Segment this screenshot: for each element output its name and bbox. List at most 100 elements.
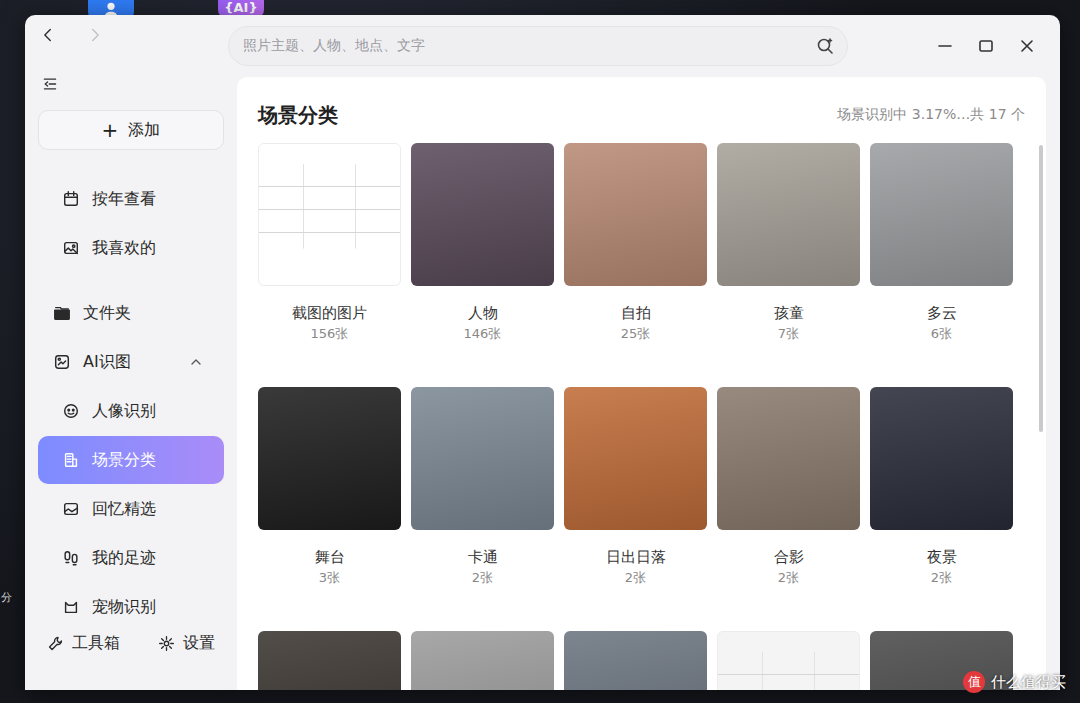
album-cover — [411, 631, 554, 690]
album-cover — [258, 143, 401, 286]
folder-icon — [53, 304, 71, 322]
album-label: 多云 — [927, 303, 957, 323]
album-count: 2张 — [625, 569, 646, 587]
back-arrow-icon[interactable] — [39, 26, 57, 44]
sidebar-footer: 工具箱 设置 — [25, 619, 228, 667]
album-card[interactable] — [717, 631, 860, 690]
album-card[interactable] — [258, 631, 401, 690]
menu-row — [25, 55, 228, 103]
collapse-sidebar-icon[interactable] — [41, 76, 59, 92]
album-label: 自拍 — [621, 303, 651, 323]
album-card[interactable]: 舞台 3张 — [258, 387, 401, 587]
footer-label: 设置 — [183, 633, 215, 654]
album-cover — [717, 143, 860, 286]
photo-window: +添加按年查看我喜欢的文件夹AI识图人像识别场景分类回忆精选我的足迹宠物识别工具… — [25, 15, 1060, 690]
album-card[interactable] — [411, 631, 554, 690]
album-cover — [411, 387, 554, 530]
album-cover — [564, 631, 707, 690]
album-cover — [870, 387, 1013, 530]
search-field[interactable]: 照片主题、人物、地点、文字 — [228, 26, 848, 66]
album-count: 25张 — [621, 325, 651, 343]
album-card[interactable]: 自拍 25张 — [564, 143, 707, 343]
album-cover — [717, 387, 860, 530]
sidebar: +添加按年查看我喜欢的文件夹AI识图人像识别场景分类回忆精选我的足迹宠物识别工具… — [25, 15, 228, 690]
album-card[interactable]: 夜景 2张 — [870, 387, 1013, 587]
main-area: 照片主题、人物、地点、文字场景分类 场景识别中 3.17%…共 17 个截图的图片… — [228, 15, 1060, 690]
footer-label: 工具箱 — [72, 633, 120, 654]
panel-header: 场景分类 场景识别中 3.17%…共 17 个 — [258, 101, 1025, 129]
sidebar-item[interactable]: 我的足迹 — [38, 534, 224, 582]
album-card[interactable]: 截图的图片 156张 — [258, 143, 401, 343]
sidebar-item-label: 我喜欢的 — [92, 238, 156, 259]
footer-button[interactable]: 设置 — [158, 633, 215, 654]
sidebar-item-label: 场景分类 — [92, 450, 156, 471]
maximize-icon[interactable] — [971, 36, 1001, 56]
desktop: {AI}分+添加按年查看我喜欢的文件夹AI识图人像识别场景分类回忆精选我的足迹宠… — [0, 0, 1080, 703]
album-card[interactable]: 人物 146张 — [411, 143, 554, 343]
sidebar-item[interactable]: 回忆精选 — [38, 485, 224, 533]
sidebar-item-label: 宠物识别 — [92, 597, 156, 618]
album-count: 3张 — [319, 569, 340, 587]
plus-icon: + — [102, 120, 119, 140]
album-label: 孩童 — [774, 303, 804, 323]
scrollbar[interactable] — [1039, 145, 1043, 432]
history-nav — [25, 15, 228, 55]
sidebar-item-label: 按年查看 — [92, 189, 156, 210]
ai-image-icon — [53, 353, 71, 371]
album-cover — [258, 387, 401, 530]
sidebar-item[interactable]: 人像识别 — [38, 387, 224, 435]
album-card[interactable]: 多云 6张 — [870, 143, 1013, 343]
wrench-icon — [47, 635, 64, 652]
sidebar-item[interactable]: 文件夹 — [38, 289, 224, 337]
album-label: 卡通 — [468, 547, 498, 567]
album-label: 日出日落 — [606, 547, 666, 567]
recognition-status: 场景识别中 3.17%…共 17 个 — [837, 106, 1025, 124]
album-label: 舞台 — [315, 547, 345, 567]
watermark-logo: 值 — [963, 671, 985, 693]
album-card[interactable] — [564, 631, 707, 690]
album-label: 截图的图片 — [292, 303, 367, 323]
gear-icon — [158, 635, 175, 652]
pet-icon — [62, 598, 80, 616]
album-count: 6张 — [931, 325, 952, 343]
chevron-icon[interactable] — [188, 354, 204, 370]
album-cover — [870, 143, 1013, 286]
sidebar-nav: 按年查看我喜欢的文件夹AI识图人像识别场景分类回忆精选我的足迹宠物识别 — [25, 175, 228, 619]
window-controls — [930, 36, 1042, 56]
desktop-edge-text: 分 — [1, 590, 12, 605]
panel-title: 场景分类 — [258, 101, 338, 129]
album-label: 合影 — [774, 547, 804, 567]
footprint-icon — [62, 549, 80, 567]
album-cover — [564, 143, 707, 286]
sidebar-item[interactable]: 场景分类 — [38, 436, 224, 484]
album-count: 2张 — [931, 569, 952, 587]
add-label: 添加 — [128, 120, 160, 141]
footer-button[interactable]: 工具箱 — [47, 633, 120, 654]
titlebar: 照片主题、人物、地点、文字 — [228, 15, 1060, 77]
album-count: 156张 — [311, 325, 349, 343]
album-label: 人物 — [468, 303, 498, 323]
sidebar-item[interactable]: 宠物识别 — [38, 583, 224, 619]
sidebar-item-label: 我的足迹 — [92, 548, 156, 569]
album-card[interactable]: 合影2张 — [717, 387, 860, 587]
sidebar-item[interactable]: AI识图 — [38, 338, 224, 386]
album-card[interactable]: 卡通 2张 — [411, 387, 554, 587]
search-placeholder: 照片主题、人物、地点、文字 — [243, 37, 815, 55]
add-button[interactable]: + 添加 — [38, 110, 224, 150]
album-card[interactable]: 日出日落 2张 — [564, 387, 707, 587]
album-cover — [411, 143, 554, 286]
forward-arrow-icon[interactable] — [86, 26, 104, 44]
album-count: 7张 — [778, 325, 799, 343]
close-icon[interactable] — [1012, 36, 1042, 56]
album-label: 夜景 — [927, 547, 957, 567]
search-icon[interactable] — [815, 36, 835, 56]
scene-panel: 场景分类 场景识别中 3.17%…共 17 个截图的图片 156张 人物 146张 自拍 2… — [237, 77, 1046, 690]
album-card[interactable]: 孩童 7张 — [717, 143, 860, 343]
minimize-icon[interactable] — [930, 36, 960, 56]
album-count: 2张 — [472, 569, 493, 587]
watermark: 值什么值得买 — [963, 671, 1066, 693]
sidebar-item[interactable]: 按年查看 — [38, 175, 224, 223]
sidebar-item-label: 人像识别 — [92, 401, 156, 422]
sidebar-item[interactable]: 我喜欢的 — [38, 224, 224, 272]
album-count: 146张 — [464, 325, 502, 343]
